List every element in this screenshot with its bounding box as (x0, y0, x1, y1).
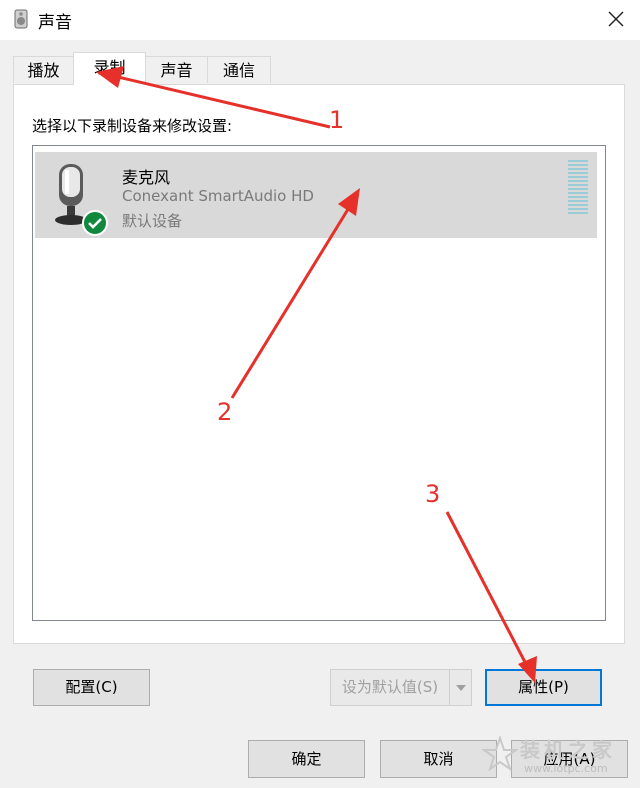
ok-button[interactable]: 确定 (248, 740, 365, 778)
recording-tab-panel: 选择以下录制设备来修改设置: 麦克风 Conexant SmartAudio H… (13, 84, 625, 644)
speaker-icon (14, 9, 28, 29)
close-button[interactable] (600, 4, 632, 34)
window-title: 声音 (38, 13, 72, 33)
annotation-number-1: 1 (329, 106, 345, 134)
properties-button[interactable]: 属性(P) (485, 669, 602, 706)
title-bar: 声音 (0, 0, 640, 40)
tab-playback[interactable]: 播放 (13, 56, 74, 83)
annotation-number-2: 2 (217, 398, 233, 426)
tab-communications[interactable]: 通信 (207, 56, 271, 83)
set-default-dropdown[interactable] (449, 670, 471, 705)
tab-sounds[interactable]: 声音 (145, 56, 208, 83)
star-logo-icon (482, 736, 518, 772)
device-list[interactable]: 麦克风 Conexant SmartAudio HD 默认设备 (32, 145, 606, 621)
device-status: 默认设备 (122, 212, 183, 230)
device-description: Conexant SmartAudio HD (122, 187, 314, 205)
level-meter-icon (568, 160, 588, 214)
watermark-text: 装机之家 (520, 738, 616, 762)
tab-recording[interactable]: 录制 (73, 52, 146, 85)
sound-dialog: 声音 播放 录制 声音 通信 选择以下录制设备来修改设置: 麦克风 Conexa… (0, 0, 640, 788)
watermark: 装机之家 www.lotpc.com (482, 732, 632, 784)
green-check-icon (82, 210, 108, 236)
set-default-label: 设为默认值(S) (341, 678, 439, 696)
close-icon (608, 11, 624, 27)
annotation-number-3: 3 (425, 480, 441, 508)
cancel-button[interactable]: 取消 (380, 740, 497, 778)
instruction-text: 选择以下录制设备来修改设置: (32, 117, 233, 135)
list-item-microphone[interactable]: 麦克风 Conexant SmartAudio HD 默认设备 (35, 152, 597, 238)
configure-button[interactable]: 配置(C) (33, 669, 150, 706)
set-default-button[interactable]: 设为默认值(S) (330, 669, 472, 706)
watermark-url: www.lotpc.com (524, 762, 608, 775)
chevron-down-icon (456, 685, 466, 691)
device-name: 麦克风 (122, 168, 171, 187)
